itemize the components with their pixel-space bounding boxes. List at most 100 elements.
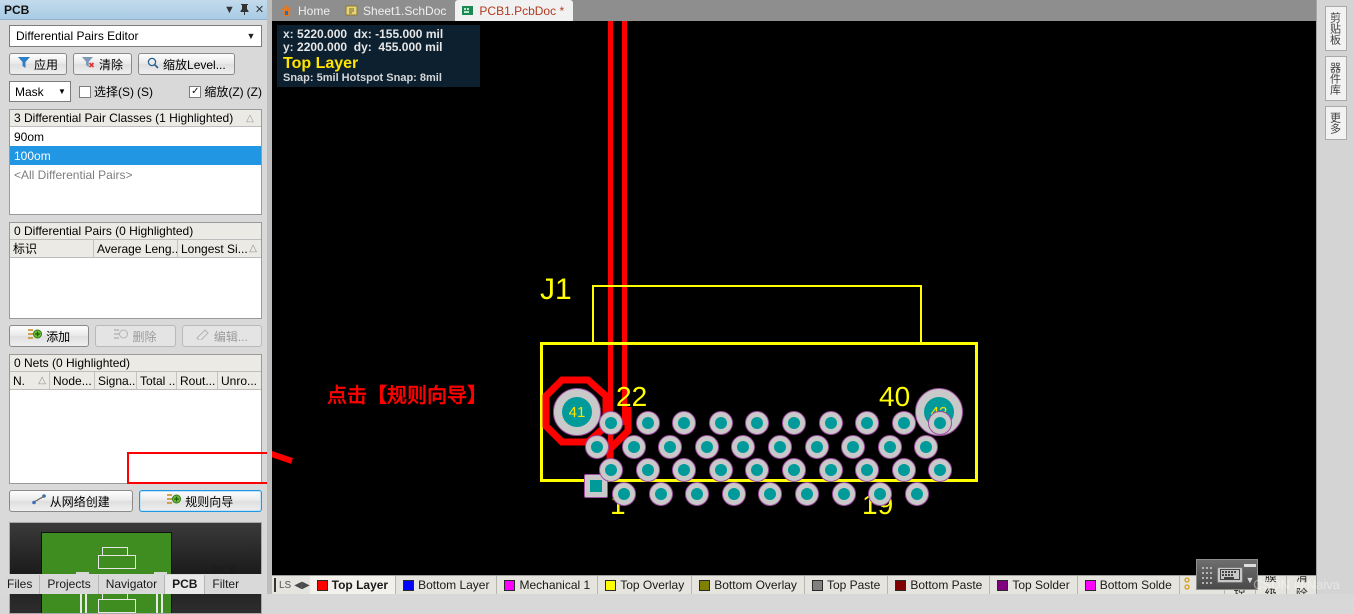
keyboard-widget[interactable]: ▼	[1196, 559, 1258, 590]
apply-button[interactable]: 应用	[9, 53, 68, 75]
right-tab-library[interactable]: 器件库	[1324, 56, 1347, 101]
panel-title-bar: PCB ▼ ✕	[0, 0, 271, 20]
delete-button[interactable]: 删除	[95, 325, 176, 347]
list-item-label: 100om	[14, 148, 51, 163]
tab-pcb1[interactable]: PCB1.PcbDoc *	[455, 0, 574, 21]
tab-home[interactable]: Home	[274, 0, 339, 21]
pcb-canvas[interactable]: x: 5220.000 dx: -155.000 mil y: 2200.000…	[272, 21, 1316, 575]
pad-hole	[910, 488, 923, 500]
panel-tab-files[interactable]: Files	[0, 575, 41, 594]
right-tab-clipboard[interactable]: 剪贴板	[1324, 6, 1347, 51]
panel-tab-projects[interactable]: Projects	[40, 575, 99, 594]
close-icon[interactable]: ✕	[252, 2, 267, 17]
add-button[interactable]: 添加	[9, 325, 90, 347]
select-checkbox[interactable]: 选择(S) (S)	[79, 83, 153, 100]
layer-tab[interactable]: Bottom Overlay	[692, 576, 805, 594]
dropdown-icon[interactable]: ▼	[222, 2, 237, 17]
tab-sheet1-label: Sheet1.SchDoc	[363, 3, 447, 18]
layer-tab-label: Bottom Overlay	[714, 578, 797, 592]
panel-toolbar: 应用 清除 缩放Level...	[9, 53, 262, 75]
silk-tab-left	[592, 285, 594, 343]
board-preview-outline	[41, 532, 172, 613]
magnifier-icon	[147, 57, 159, 72]
panel-tab-strip: Files Projects Navigator PCB PCB Filter	[0, 561, 272, 594]
trace-diff-b[interactable]	[622, 21, 627, 425]
layer-tab[interactable]: Top Solder	[990, 576, 1078, 594]
layer-color-swatch	[997, 579, 1009, 591]
zoom-level-button[interactable]: 缩放Level...	[138, 53, 235, 75]
sort-ascending-icon: △	[249, 243, 257, 254]
layer-tab[interactable]: Bottom Paste	[888, 576, 991, 594]
minimize-icon[interactable]	[1244, 564, 1256, 567]
panel-tab-pcb-filter[interactable]: PCB Filter	[205, 561, 272, 594]
mask-combo[interactable]: Mask ▼	[9, 81, 71, 102]
hud-x-row: x: 5220.000 dx: -155.000 mil	[283, 27, 474, 41]
column-header-label: Unro...	[221, 373, 258, 388]
drag-handle-icon[interactable]	[1197, 560, 1217, 589]
list-item[interactable]: 90om	[10, 127, 261, 146]
net-icon	[31, 494, 46, 508]
list-item[interactable]: 100om	[10, 146, 261, 165]
column-header[interactable]: Longest Si... △	[178, 240, 260, 257]
editor-mode-combo[interactable]: Differential Pairs Editor ▼	[9, 25, 262, 47]
panel-tab-pcb[interactable]: PCB	[165, 575, 206, 594]
hud-dx-value: -155.000	[375, 27, 423, 41]
prev-layer-button[interactable]: ◀	[294, 580, 302, 591]
pairs-action-buttons: 添加 删除 编辑...	[9, 325, 262, 347]
zoom-checkbox[interactable]: ✓ 缩放(Z) (Z)	[189, 83, 262, 100]
pad-hole	[824, 464, 837, 476]
create-from-net-button[interactable]: 从网络创建	[9, 490, 133, 512]
pad-hole	[774, 441, 786, 453]
checkbox-box	[79, 85, 91, 98]
hud-snap-settings: Snap: 5mil Hotspot Snap: 8mil	[283, 72, 442, 85]
nets-empty-grid	[10, 390, 261, 483]
classes-rows: 90om 100om <All Differential Pairs>	[10, 127, 261, 214]
column-header[interactable]: 标识	[10, 240, 94, 257]
pad-hole	[641, 417, 654, 429]
list-item[interactable]: <All Differential Pairs>	[10, 165, 261, 184]
column-header[interactable]: Unro...	[218, 372, 260, 389]
column-header[interactable]: Rout...	[177, 372, 218, 389]
tab-sheet1[interactable]: Sheet1.SchDoc	[339, 0, 455, 21]
altium-pcb-window: PCB ▼ ✕ Differential Pairs Editor ▼ 应用 清…	[0, 0, 1354, 614]
column-header[interactable]: Signa...	[95, 372, 137, 389]
mask-row: Mask ▼ 选择(S) (S) ✓ 缩放(Z) (Z)	[9, 81, 262, 102]
column-header-label: Node...	[53, 373, 92, 388]
mask-value: Mask	[15, 84, 44, 99]
hud-y-row: y: 2200.000 dy: 455.000 mil	[283, 41, 474, 54]
pad-hole	[897, 417, 910, 429]
silk-body-right	[975, 342, 978, 482]
pad-hole	[641, 464, 654, 476]
layer-tab[interactable]: Bottom Solde	[1078, 576, 1180, 594]
pad-hole	[837, 488, 850, 500]
right-tab-more[interactable]: 更多	[1324, 106, 1347, 140]
column-header[interactable]: Node...	[50, 372, 95, 389]
pin-icon[interactable]	[237, 2, 252, 17]
tab-home-label: Home	[298, 3, 331, 18]
layer-tab[interactable]: Top Paste	[805, 576, 889, 594]
pad-hole	[897, 464, 910, 476]
layer-tab[interactable]: Top Layer	[309, 576, 397, 594]
nets-list: 0 Nets (0 Highlighted) N. △ Node... Signa…	[9, 354, 262, 484]
column-header[interactable]: N. △	[10, 372, 50, 389]
layer-tab-label: Bottom Solde	[1099, 578, 1172, 592]
edit-button[interactable]: 编辑...	[181, 325, 262, 347]
next-layer-button[interactable]: ▶	[302, 580, 310, 591]
keyboard-icon[interactable]	[1217, 566, 1243, 583]
column-header[interactable]: Average Leng...	[94, 240, 178, 257]
panel-tab-navigator[interactable]: Navigator	[99, 575, 166, 594]
pad-label-40: 40	[879, 381, 911, 412]
clear-button[interactable]: 清除	[73, 53, 133, 75]
layer-tab[interactable]: Bottom Layer	[396, 576, 498, 594]
layer-tab[interactable]: Top Overlay	[598, 576, 693, 594]
chevron-down-icon: ▼	[246, 31, 256, 41]
classes-list-header: 3 Differential Pair Classes (1 Highlight…	[10, 110, 261, 127]
layer-tab-label: Mechanical 1	[519, 578, 591, 592]
column-header-label: N.	[13, 373, 25, 388]
snap-icon[interactable]	[1184, 577, 1195, 593]
rule-wizard-button[interactable]: 规则向导	[138, 490, 262, 512]
annotation-text: 点击【规则向导】	[327, 385, 487, 407]
layer-tab[interactable]: Mechanical 1	[497, 576, 599, 594]
pad-41-label: 41	[568, 403, 586, 421]
column-header[interactable]: Total ...	[137, 372, 177, 389]
